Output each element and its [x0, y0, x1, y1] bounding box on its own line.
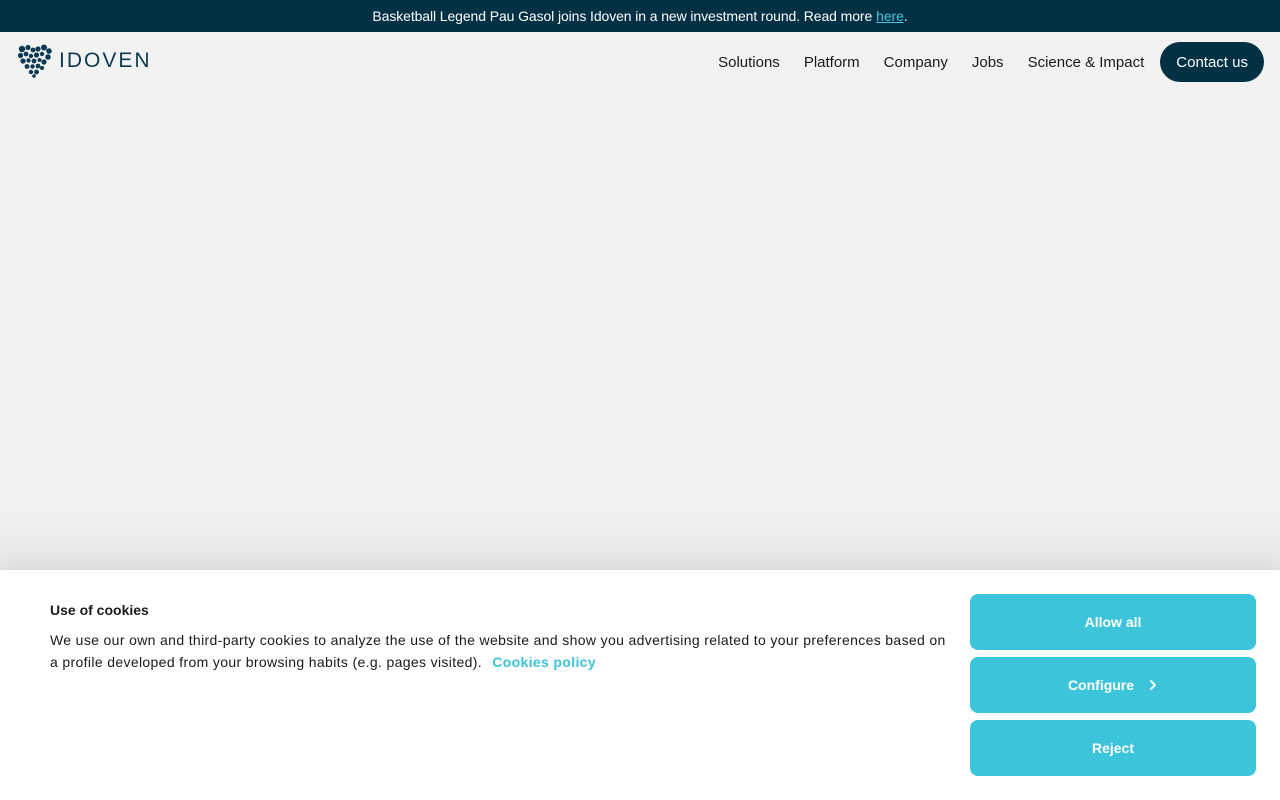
reject-label: Reject — [1091, 740, 1135, 756]
site-header: IDOVEN Solutions Platform Company Jobs S… — [0, 32, 1280, 92]
reject-button[interactable]: Reject — [970, 720, 1256, 776]
cookie-banner: Use of cookies We use our own and third-… — [0, 570, 1280, 800]
allow-all-button[interactable]: Allow all — [970, 594, 1256, 650]
nav-item-science-impact[interactable]: Science & Impact — [1028, 54, 1145, 71]
announcement-link[interactable]: here — [876, 8, 904, 24]
cookie-description: We use our own and third-party cookies t… — [50, 629, 950, 673]
nav-item-jobs[interactable]: Jobs — [972, 54, 1004, 71]
main-nav: Solutions Platform Company Jobs Science … — [718, 42, 1264, 82]
announcement-text: Basketball Legend Pau Gasol joins Idoven… — [372, 8, 873, 24]
announcement-bar: Basketball Legend Pau Gasol joins Idoven… — [0, 0, 1280, 32]
chevron-right-icon — [1150, 680, 1157, 690]
configure-label: Configure — [1067, 677, 1135, 693]
cookie-title: Use of cookies — [50, 602, 149, 618]
announcement-suffix: . — [903, 8, 908, 24]
configure-button[interactable]: Configure — [970, 657, 1256, 713]
nav-item-company[interactable]: Company — [884, 54, 948, 71]
logo-text: IDOVEN — [59, 49, 152, 72]
heart-dots-icon — [17, 44, 52, 78]
nav-item-solutions[interactable]: Solutions — [718, 54, 780, 71]
allow-all-label: Allow all — [1084, 614, 1142, 630]
hero-fade — [0, 510, 1280, 570]
cookies-policy-link[interactable]: Cookies policy — [492, 654, 596, 670]
logo[interactable]: IDOVEN — [17, 44, 152, 78]
contact-us-button[interactable]: Contact us — [1160, 42, 1264, 82]
nav-item-platform[interactable]: Platform — [804, 54, 860, 71]
